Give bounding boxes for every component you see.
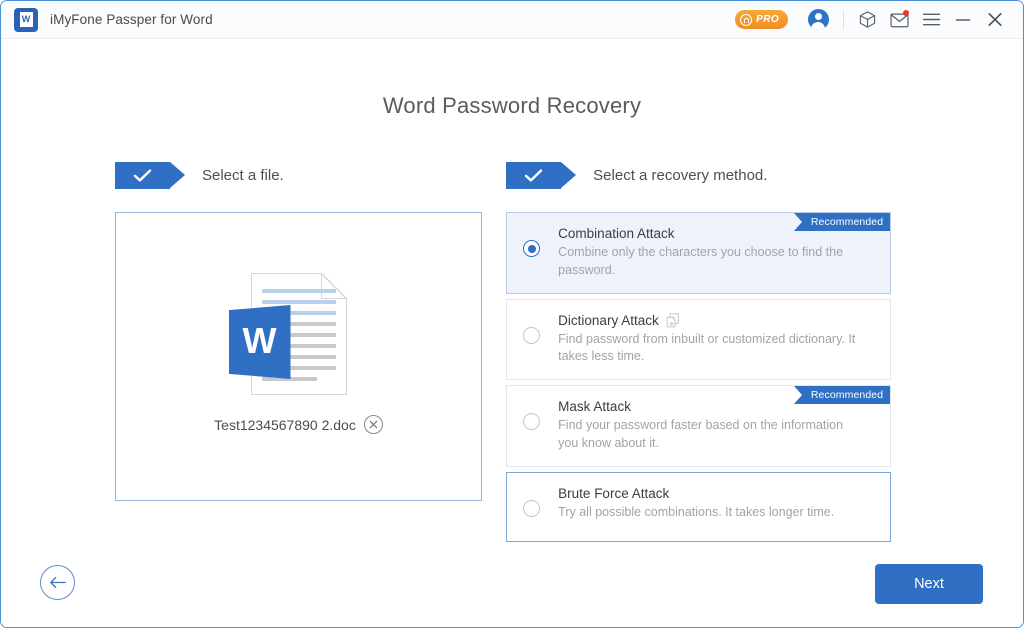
app-logo-icon: W — [14, 8, 38, 32]
close-button[interactable] — [979, 5, 1011, 35]
toolbox-icon — [858, 10, 877, 29]
close-icon — [369, 420, 378, 429]
method-description: Find password from inbuilt or customized… — [558, 331, 866, 367]
word-document-icon: W — [251, 273, 347, 395]
method-radio[interactable] — [523, 240, 540, 257]
pro-badge-label: PRO — [756, 14, 779, 25]
title-bar-actions: PRO — [735, 5, 1011, 35]
arrow-left-icon — [49, 575, 67, 590]
step-2-badge — [506, 162, 561, 189]
app-logo-letter: W — [22, 15, 31, 24]
check-icon — [133, 168, 152, 183]
mail-notification-dot — [903, 10, 909, 16]
toolbox-button[interactable] — [851, 5, 883, 35]
method-radio[interactable] — [523, 413, 540, 430]
title-bar: W iMyFone Passper for Word PRO — [1, 1, 1023, 39]
recommended-badge: Recommended — [802, 213, 890, 231]
minimize-button[interactable] — [947, 5, 979, 35]
step-select-file: Select a file. — [115, 161, 483, 189]
step-1-label: Select a file. — [202, 167, 284, 184]
method-title: Combination Attack — [558, 226, 674, 241]
footer-bar: Next — [1, 542, 1023, 628]
method-description: Find your password faster based on the i… — [558, 417, 866, 453]
method-description: Try all possible combinations. It takes … — [558, 504, 834, 522]
titlebar-divider — [843, 10, 844, 30]
menu-button[interactable] — [915, 5, 947, 35]
method-description: Combine only the characters you choose t… — [558, 244, 866, 280]
method-card-dictionary-attack[interactable]: Dictionary Attack Find password from inb… — [506, 299, 891, 381]
mail-button[interactable] — [883, 5, 915, 35]
account-icon — [808, 9, 829, 30]
minimize-icon — [955, 13, 971, 27]
method-column: Select a recovery method. Combination At… — [483, 161, 1023, 547]
step-2-label: Select a recovery method. — [593, 167, 767, 184]
pro-badge[interactable]: PRO — [735, 10, 788, 29]
import-file-icon[interactable] — [666, 313, 680, 328]
file-drop-panel[interactable]: W Test1234567890 2.doc — [115, 212, 482, 501]
page-title: Word Password Recovery — [1, 39, 1023, 119]
method-title: Dictionary Attack — [558, 313, 659, 328]
account-button[interactable] — [802, 5, 834, 35]
content-columns: Select a file. W — [1, 161, 1023, 547]
method-title: Brute Force Attack — [558, 486, 669, 501]
back-button[interactable] — [40, 565, 75, 600]
recommended-badge: Recommended — [802, 386, 890, 404]
menu-icon — [922, 12, 941, 27]
word-icon-letter: W — [243, 323, 277, 359]
method-card-brute-force-attack[interactable]: Brute Force Attack Try all possible comb… — [506, 472, 891, 542]
method-card-combination-attack[interactable]: Combination Attack Combine only the char… — [506, 212, 891, 294]
step-1-badge — [115, 162, 170, 189]
remove-file-button[interactable] — [364, 415, 383, 434]
step-select-method: Select a recovery method. — [506, 161, 1023, 189]
method-card-mask-attack[interactable]: Mask Attack Find your password faster ba… — [506, 385, 891, 467]
selected-file-row: Test1234567890 2.doc — [214, 415, 383, 434]
check-icon — [524, 168, 543, 183]
method-radio[interactable] — [523, 327, 540, 344]
next-button[interactable]: Next — [875, 564, 983, 604]
method-title: Mask Attack — [558, 399, 631, 414]
file-column: Select a file. W — [1, 161, 483, 547]
app-title: iMyFone Passper for Word — [50, 12, 213, 27]
app-window: W iMyFone Passper for Word PRO — [0, 0, 1024, 628]
page-content: Word Password Recovery Select a file. — [1, 39, 1023, 628]
close-icon — [987, 12, 1003, 27]
file-name: Test1234567890 2.doc — [214, 417, 356, 433]
lock-icon — [740, 14, 752, 26]
recovery-method-list: Combination Attack Combine only the char… — [506, 212, 891, 542]
method-radio[interactable] — [523, 500, 540, 517]
